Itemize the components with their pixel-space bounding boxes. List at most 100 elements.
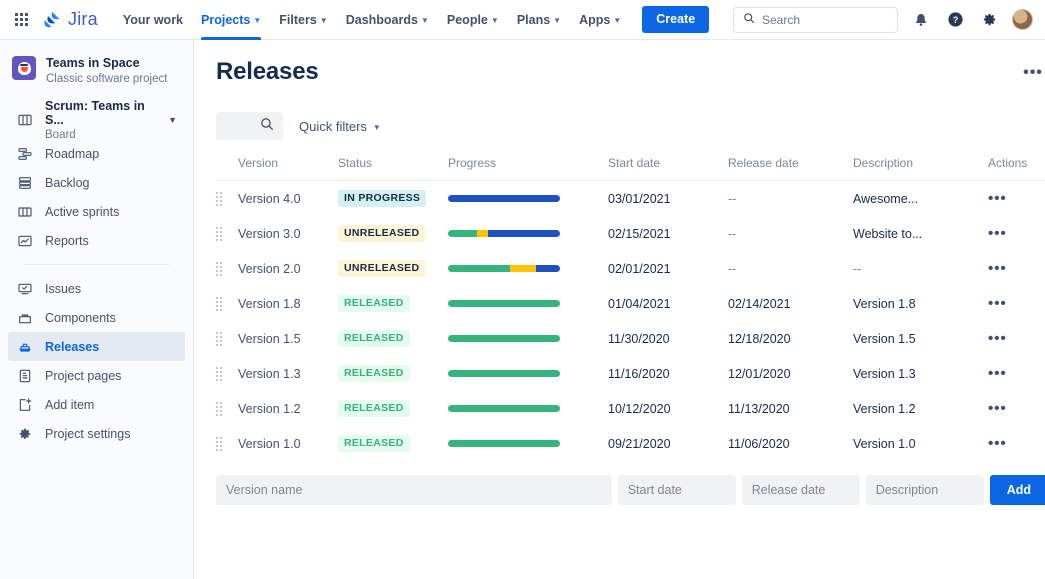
progress-bar[interactable] xyxy=(448,300,560,307)
sidebar-item-board[interactable]: Scrum: Teams in S... Board ▼ xyxy=(8,101,185,139)
version-link[interactable]: Version 1.0 xyxy=(238,437,301,451)
sidebar-item-active-sprints[interactable]: Active sprints xyxy=(8,197,185,226)
sidebar-item-issues[interactable]: Issues xyxy=(8,274,185,303)
row-drag-handle[interactable] xyxy=(216,321,238,356)
status-badge: RELEASED xyxy=(338,400,410,417)
quick-filters-label: Quick filters xyxy=(299,119,367,134)
progress-bar[interactable] xyxy=(448,370,560,377)
releases-search-input[interactable] xyxy=(216,112,283,140)
sidebar-item-releases[interactable]: Releases xyxy=(8,332,185,361)
nav-plans[interactable]: Plans ▼ xyxy=(508,0,570,40)
progress-bar[interactable] xyxy=(448,405,560,412)
progress-bar[interactable] xyxy=(448,335,560,342)
add-version-button[interactable]: Add xyxy=(990,475,1045,505)
sidebar-item-label: Backlog xyxy=(45,176,89,190)
row-drag-handle[interactable] xyxy=(216,216,238,251)
chevron-down-icon: ▼ xyxy=(421,16,429,25)
create-button[interactable]: Create xyxy=(642,6,709,33)
status-badge: RELEASED xyxy=(338,365,410,382)
jira-home-link[interactable]: Jira xyxy=(42,9,98,30)
new-release-date-input[interactable]: Release date xyxy=(742,475,860,505)
progress-bar[interactable] xyxy=(448,265,560,272)
progress-segment-done xyxy=(448,265,510,272)
version-link[interactable]: Version 1.8 xyxy=(238,297,301,311)
sidebar-item-components[interactable]: Components xyxy=(8,303,185,332)
row-actions-button[interactable]: ••• xyxy=(988,225,1007,242)
row-actions-button[interactable]: ••• xyxy=(988,330,1007,347)
version-link[interactable]: Version 4.0 xyxy=(238,192,301,206)
nav-dashboards[interactable]: Dashboards ▼ xyxy=(337,0,438,40)
help-icon[interactable]: ? xyxy=(944,9,966,31)
row-drag-handle[interactable] xyxy=(216,286,238,321)
project-header[interactable]: Teams in Space Classic software project xyxy=(0,52,193,101)
new-start-date-input[interactable]: Start date xyxy=(618,475,736,505)
components-icon xyxy=(16,310,34,326)
nav-label: Projects xyxy=(201,13,250,27)
chevron-down-icon: ▼ xyxy=(253,16,261,25)
notification-bell-icon[interactable] xyxy=(910,9,932,31)
table-header: Version Status Progress Start date Relea… xyxy=(216,156,1045,181)
sidebar-item-project-pages[interactable]: Project pages xyxy=(8,361,185,390)
description-cell: Version 1.2 xyxy=(853,391,988,426)
row-actions-button[interactable]: ••• xyxy=(988,295,1007,312)
chevron-down-icon: ▼ xyxy=(613,16,621,25)
gear-icon[interactable] xyxy=(978,9,1000,31)
version-link[interactable]: Version 1.3 xyxy=(238,367,301,381)
sidebar-item-project-settings[interactable]: Project settings xyxy=(8,419,185,448)
progress-segment-done xyxy=(448,370,560,377)
page-header: Releases ••• xyxy=(216,58,1045,88)
row-drag-handle[interactable] xyxy=(216,391,238,426)
row-actions-button[interactable]: ••• xyxy=(988,400,1007,417)
quick-filters-dropdown[interactable]: Quick filters ▼ xyxy=(299,119,381,134)
global-search-input[interactable]: Search xyxy=(733,7,898,33)
table-row: Version 1.8RELEASED01/04/202102/14/2021V… xyxy=(216,286,1045,321)
version-link[interactable]: Version 1.2 xyxy=(238,402,301,416)
nav-label: Plans xyxy=(517,13,550,27)
table-row: Version 2.0UNRELEASED02/01/2021----••• xyxy=(216,251,1045,286)
page-more-actions-button[interactable]: ••• xyxy=(1018,58,1045,88)
sidebar-item-label: Roadmap xyxy=(45,147,99,161)
row-drag-handle[interactable] xyxy=(216,356,238,391)
row-drag-handle[interactable] xyxy=(216,181,238,217)
progress-segment-done xyxy=(448,300,560,307)
nav-people[interactable]: People ▼ xyxy=(438,0,508,40)
nav-filters[interactable]: Filters ▼ xyxy=(270,0,336,40)
chevron-down-icon: ▼ xyxy=(553,16,561,25)
row-drag-handle[interactable] xyxy=(216,251,238,286)
sidebar-item-add-item[interactable]: Add item xyxy=(8,390,185,419)
new-description-input[interactable]: Description xyxy=(866,475,984,505)
row-actions-button[interactable]: ••• xyxy=(988,260,1007,277)
nav-apps[interactable]: Apps ▼ xyxy=(570,0,630,40)
issues-icon xyxy=(16,281,34,297)
nav-projects[interactable]: Projects ▼ xyxy=(192,0,270,40)
description-cell: Version 1.5 xyxy=(853,321,988,356)
version-link[interactable]: Version 1.5 xyxy=(238,332,301,346)
progress-bar[interactable] xyxy=(448,230,560,237)
col-actions: Actions xyxy=(988,156,1045,181)
row-actions-button[interactable]: ••• xyxy=(988,435,1007,452)
progress-segment-done xyxy=(448,440,560,447)
sidebar-item-roadmap[interactable]: Roadmap xyxy=(8,139,185,168)
progress-bar[interactable] xyxy=(448,440,560,447)
user-avatar[interactable] xyxy=(1012,9,1033,30)
nav-label: Dashboards xyxy=(346,13,418,27)
version-link[interactable]: Version 3.0 xyxy=(238,227,301,241)
sidebar-item-backlog[interactable]: Backlog xyxy=(8,168,185,197)
project-sidebar: Teams in Space Classic software project … xyxy=(0,40,194,579)
new-version-name-input[interactable]: Version name xyxy=(216,475,612,505)
row-drag-handle[interactable] xyxy=(216,426,238,461)
chevron-down-icon[interactable]: ▼ xyxy=(168,115,177,125)
description-cell: Website to... xyxy=(853,216,988,251)
gear-icon xyxy=(16,426,34,442)
nav-your-work[interactable]: Your work xyxy=(114,0,192,40)
row-actions-button[interactable]: ••• xyxy=(988,190,1007,207)
sidebar-item-reports[interactable]: Reports xyxy=(8,226,185,255)
release-date-cell: 12/18/2020 xyxy=(728,321,853,356)
progress-segment-inprogress xyxy=(510,265,537,272)
progress-bar[interactable] xyxy=(448,195,560,202)
nav-label: Your work xyxy=(123,13,183,27)
start-date-cell: 09/21/2020 xyxy=(608,426,728,461)
app-switcher-icon[interactable] xyxy=(8,7,34,33)
row-actions-button[interactable]: ••• xyxy=(988,365,1007,382)
version-link[interactable]: Version 2.0 xyxy=(238,262,301,276)
